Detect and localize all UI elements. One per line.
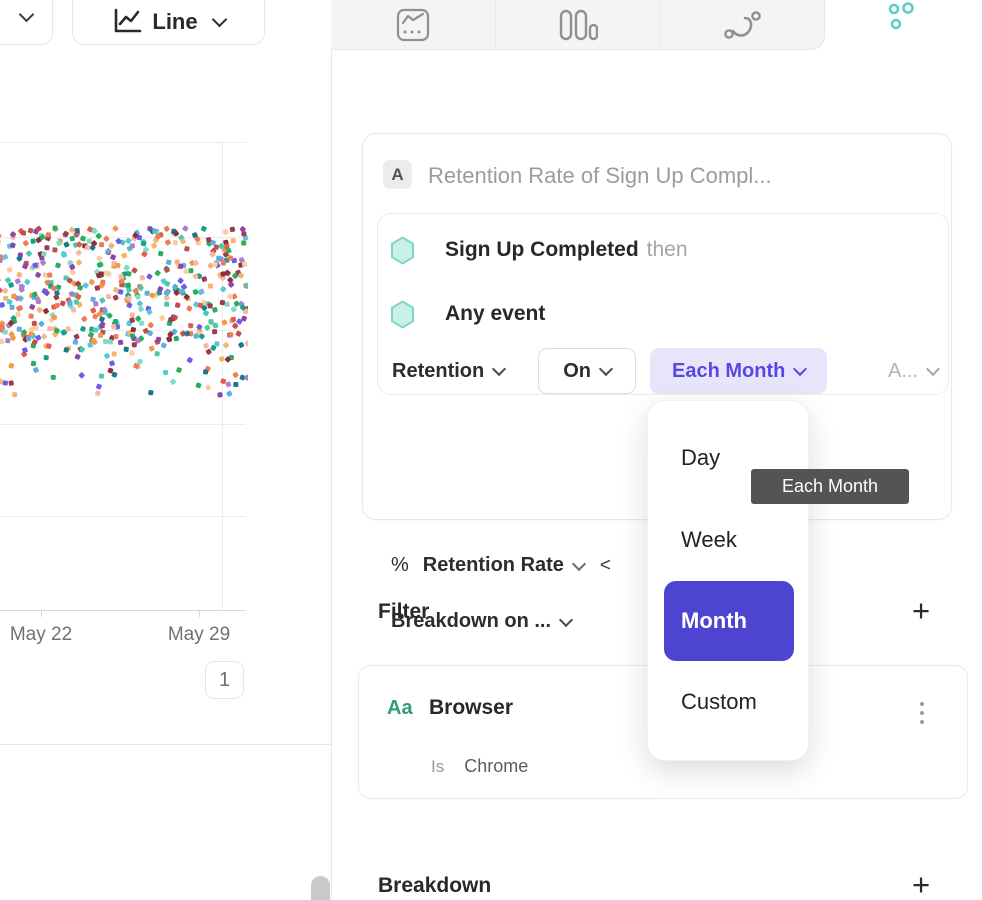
pagination-button[interactable]: 1	[205, 661, 244, 699]
tab-flow[interactable]	[659, 0, 824, 49]
event-row[interactable]: Any event	[390, 297, 545, 331]
chevron-down-icon	[793, 362, 807, 376]
axis-tick	[41, 611, 42, 617]
chart-type-label: Line	[152, 9, 197, 35]
bar-chart-icon	[558, 8, 598, 42]
scatter-plot	[0, 0, 248, 612]
filter-menu-icon[interactable]	[920, 697, 924, 729]
chevron-down-icon	[572, 556, 586, 570]
gridline	[0, 424, 246, 425]
divider	[0, 744, 331, 745]
add-breakdown-button[interactable]: +	[906, 871, 936, 900]
chart-type-dropdown[interactable]: Line	[72, 0, 265, 45]
chevron-down-icon	[599, 362, 613, 376]
filter-operator: Is	[431, 757, 444, 777]
retention-controls-row: Retention On Each Month A...	[392, 348, 938, 394]
tab-scatter-active-icon[interactable]	[884, 1, 918, 33]
metric-trailing-glyph: <	[600, 555, 611, 577]
filter-heading: Filter	[378, 600, 429, 624]
gridline	[0, 142, 246, 143]
add-filter-button[interactable]: +	[906, 597, 936, 627]
event-hexagon-icon	[390, 236, 415, 265]
collapsed-dropdown-button[interactable]	[0, 0, 53, 45]
menu-item-custom[interactable]: Custom	[648, 661, 808, 743]
on-dropdown[interactable]: On	[538, 348, 636, 394]
line-chart-icon	[112, 8, 142, 35]
menu-item-month[interactable]: Month	[664, 581, 794, 661]
tooltip: Each Month	[751, 469, 909, 504]
chart-preview-icon	[395, 7, 431, 43]
filter-condition: Is Chrome	[431, 756, 528, 777]
string-property-icon: Aa	[387, 697, 413, 720]
visualization-tabbar	[331, 0, 825, 50]
x-axis-line	[0, 610, 246, 611]
event-definition-card: Sign Up Completedthen Any event Retentio…	[377, 213, 949, 395]
analytics-app: Line May 22 May 29 1	[0, 0, 982, 900]
event-row[interactable]: Sign Up Completedthen	[390, 233, 688, 267]
filter-property-name: Browser	[429, 696, 513, 720]
interval-menu: DayWeekMonthCustom	[647, 400, 809, 761]
actor-dropdown[interactable]: A...	[888, 360, 938, 383]
metric-dropdown[interactable]: Retention Rate	[423, 554, 564, 577]
x-tick-label: May 29	[157, 624, 241, 646]
menu-item-week[interactable]: Week	[648, 499, 808, 581]
chevron-down-icon	[211, 12, 227, 28]
breakdown-heading: Breakdown	[378, 874, 491, 898]
gridline-vertical	[222, 142, 223, 610]
axis-tick	[199, 611, 200, 617]
flow-icon	[722, 8, 762, 42]
x-tick-label: May 22	[0, 624, 83, 646]
scrollbar-thumb[interactable]	[311, 876, 330, 900]
filter-value: Chrome	[464, 756, 528, 777]
query-title[interactable]: Retention Rate of Sign Up Compl...	[428, 161, 772, 190]
tab-chart[interactable]	[331, 0, 495, 49]
query-label-badge: A	[383, 160, 412, 189]
percent-symbol: %	[391, 554, 409, 577]
panel-divider	[331, 50, 332, 900]
tab-bars[interactable]	[495, 0, 660, 49]
gridline	[0, 330, 246, 331]
interval-dropdown[interactable]: Each Month	[650, 348, 827, 394]
chevron-down-icon	[19, 7, 35, 23]
event-hexagon-icon	[390, 300, 415, 329]
chevron-down-icon	[926, 362, 940, 376]
metric-row: % Retention Rate <	[391, 554, 611, 577]
gridline	[0, 516, 246, 517]
chevron-down-icon	[492, 362, 506, 376]
gridline	[0, 237, 246, 238]
retention-dropdown[interactable]: Retention	[392, 360, 504, 383]
chevron-down-icon	[559, 612, 573, 626]
